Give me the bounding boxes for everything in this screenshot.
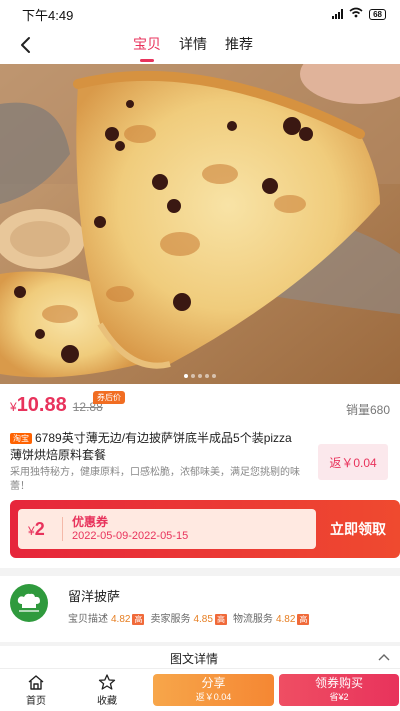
tab-product[interactable]: 宝贝: [133, 34, 161, 54]
claim-coupon-button[interactable]: 立即领取: [330, 519, 386, 539]
product-info: ¥ 10.88 12.88 券后价 销量680 淘宝 6789英寸薄无边/有边披萨…: [0, 384, 400, 494]
status-bar: 下午4:49 68: [0, 0, 400, 28]
detail-section-header[interactable]: 图文详情: [0, 646, 400, 670]
coupon-validity: 2022-05-09-2022-05-15: [72, 530, 189, 542]
tab-recommend[interactable]: 推荐: [225, 34, 253, 54]
share-label: 分享: [201, 676, 226, 690]
buy-label: 领券购买: [314, 676, 363, 690]
buy-savings: 省¥2: [329, 692, 349, 702]
star-icon: [98, 674, 116, 690]
pizza-image: [0, 64, 400, 384]
buy-with-coupon-button[interactable]: 领券购买 省¥2: [279, 674, 399, 706]
product-title-text: 6789英寸薄无边/有边披萨饼底半成品5个装pizza薄饼烘焙原料套餐: [10, 431, 292, 462]
home-tab[interactable]: 首页: [16, 674, 56, 707]
back-arrow-icon[interactable]: [16, 35, 36, 55]
product-image-carousel[interactable]: [0, 64, 400, 384]
tab-strip: 宝贝 详情 推荐: [133, 34, 253, 54]
platform-badge: 淘宝: [10, 433, 32, 444]
coupon-divider: [62, 517, 63, 541]
battery-icon: 68: [369, 8, 386, 20]
after-coupon-badge: 券后价: [93, 391, 125, 404]
price-currency: ¥: [10, 400, 17, 414]
tab-details[interactable]: 详情: [179, 34, 207, 54]
price-row: ¥ 10.88 12.88: [10, 394, 103, 417]
status-time: 下午4:49: [22, 7, 74, 23]
share-rebate: 返￥0.04: [195, 692, 232, 702]
chevron-up-icon[interactable]: [378, 652, 390, 662]
share-button[interactable]: 分享 返￥0.04: [153, 674, 274, 706]
shop-logo: [10, 584, 48, 622]
shop-name: 留洋披萨: [68, 589, 121, 604]
wifi-icon: [349, 7, 363, 21]
status-icons: 68: [332, 7, 386, 21]
rebate-badge: 返￥0.04: [318, 444, 388, 480]
product-description: 采用独特秘方，健康原料，口感松脆，浓郁味美，满足您挑剔的味蕾！: [10, 467, 300, 492]
coupon-amount: ¥2: [28, 519, 45, 539]
sales-count: 销量680: [345, 403, 390, 417]
coupon-card[interactable]: ¥2 优惠券 2022-05-09-2022-05-15 立即领取: [10, 500, 400, 558]
favorite-tab[interactable]: 收藏: [87, 674, 127, 707]
shop-card[interactable]: 留洋披萨 宝贝描述 4.82 高 卖家服务 4.85 高 物流服务 4.82 高: [0, 576, 400, 642]
coupon-title: 优惠券: [72, 515, 109, 529]
home-icon: [28, 675, 44, 690]
chef-hat-icon: [17, 593, 40, 612]
coupon-section: ¥2 优惠券 2022-05-09-2022-05-15 立即领取: [0, 494, 400, 568]
score-service: 卖家服务 4.85 高: [150, 614, 227, 625]
detail-title: 图文详情: [170, 652, 219, 666]
shop-scores: 宝贝描述 4.82 高 卖家服务 4.85 高 物流服务 4.82 高: [68, 610, 310, 625]
carousel-indicator: [184, 374, 216, 378]
coupon-price: 10.88: [16, 394, 67, 416]
product-title: 淘宝 6789英寸薄无边/有边披萨饼底半成品5个装pizza薄饼烘焙原料套餐: [10, 430, 300, 464]
signal-icon: [332, 9, 344, 19]
bottom-action-bar: 首页 收藏 分享 返￥0.04 领券购买 省¥2: [0, 668, 400, 711]
score-description: 宝贝描述 4.82 高: [68, 614, 145, 625]
score-logistics: 物流服务 4.82 高: [232, 614, 310, 625]
coupon-body: ¥2 优惠券 2022-05-09-2022-05-15: [18, 509, 316, 549]
top-navbar: 宝贝 详情 推荐: [0, 28, 400, 64]
home-label: 首页: [26, 696, 46, 707]
favorite-label: 收藏: [97, 696, 117, 707]
